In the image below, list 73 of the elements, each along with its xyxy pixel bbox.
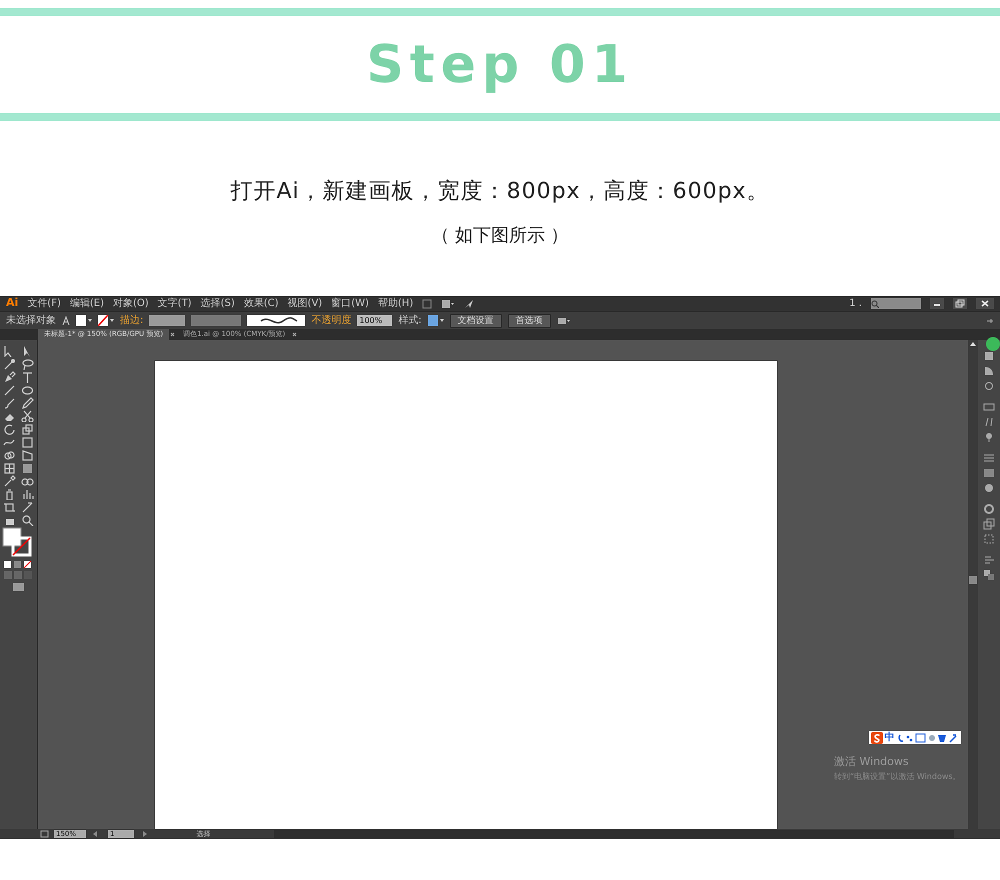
slice-icon[interactable] [20,500,35,513]
opacity-label: 不透明度 [311,314,352,328]
ime-toolbar[interactable]: 中 [868,731,961,744]
style-swatch[interactable] [428,315,444,326]
ime-mode: 中 [884,732,895,742]
panel-collapse-icon[interactable] [986,316,994,324]
toolbar-button[interactable]: 首选项 [508,314,551,328]
brush-stroke-dropdown[interactable] [247,315,306,326]
fill-swatch[interactable] [76,315,92,326]
pathfinder-icon[interactable] [983,569,995,581]
opacity-field[interactable]: 100% [357,315,392,326]
instruction-text: 打开Ai，新建画板，宽度：800px，高度：600px。 [230,178,770,206]
swatches-icon[interactable] [983,401,995,413]
magic-wand-icon[interactable] [2,357,17,370]
bridge-icon[interactable] [422,298,432,308]
stroke-swatch[interactable] [98,315,114,326]
layout-icon[interactable] [441,298,456,308]
pen-icon[interactable] [2,370,17,383]
perspective-icon[interactable] [20,448,35,461]
transparency-icon[interactable] [983,482,995,494]
free-transform-icon[interactable] [20,435,35,448]
mesh-icon[interactable] [2,461,17,474]
align-panel-icon[interactable] [983,554,995,566]
brush-icon[interactable] [2,396,17,409]
scissors-icon[interactable] [20,409,35,422]
circle-icon [986,337,1000,351]
menu-item[interactable]: 编辑(E) [70,298,104,308]
stroke-lines-icon[interactable] [983,452,995,464]
eyedropper-icon[interactable] [2,474,17,487]
rotate-icon[interactable] [2,422,17,435]
lasso-icon[interactable] [20,357,35,370]
ime-logo-icon[interactable] [870,732,883,744]
arrange-label: 1 . [849,298,862,308]
align-icon[interactable] [556,316,571,326]
appearance-icon[interactable] [983,503,995,515]
layers-icon[interactable] [983,518,995,530]
gradient-icon[interactable] [20,461,35,474]
activation-title: 激活 Windows [834,754,910,770]
stroke-weight-field[interactable] [149,315,186,326]
gradient-panel-icon[interactable] [983,467,995,479]
line-icon[interactable] [2,383,17,396]
horizontal-scrollbar[interactable] [274,830,954,838]
menu-item[interactable]: 窗口(W) [331,298,369,308]
menu-item[interactable]: 文件(F) [27,298,61,308]
menu-item[interactable]: 选择(S) [200,298,235,308]
zoom-icon[interactable] [20,513,35,526]
toolbar-button[interactable]: 文档设置 [450,314,502,328]
close-icon[interactable] [976,298,994,309]
menu-item[interactable]: 帮助(H) [378,298,414,308]
restore-icon[interactable] [953,298,967,309]
menu-item[interactable]: 视图(V) [288,298,322,308]
menu-item[interactable]: 文字(T) [158,298,192,308]
brushes-icon[interactable] [983,416,995,428]
stroke-label: 描边: [120,314,144,328]
menu-item[interactable]: 效果(C) [244,298,279,308]
transform-grid-icon[interactable] [983,533,995,545]
menu-item[interactable]: 对象(O) [112,298,149,308]
selection-status: 未选择对象 [6,316,56,326]
rocket-icon[interactable] [464,298,474,308]
step-title: Step 01 [366,38,634,90]
search-icon [871,300,879,308]
ime-tools-drawing[interactable] [896,732,959,742]
instruction-note: （ 如下图所示 ） [431,224,569,248]
scroll-thumb[interactable] [969,576,977,584]
minimize-icon[interactable] [930,298,944,309]
style-label: 样式: [398,316,422,326]
pencil-icon[interactable] [20,396,35,409]
scale-icon[interactable] [20,422,35,435]
text-tool-icon [62,316,70,325]
app-logo: Ai [6,295,18,312]
type-icon[interactable] [20,370,35,383]
artboard-nav-icon[interactable] [40,830,50,838]
search-field[interactable] [871,298,921,309]
